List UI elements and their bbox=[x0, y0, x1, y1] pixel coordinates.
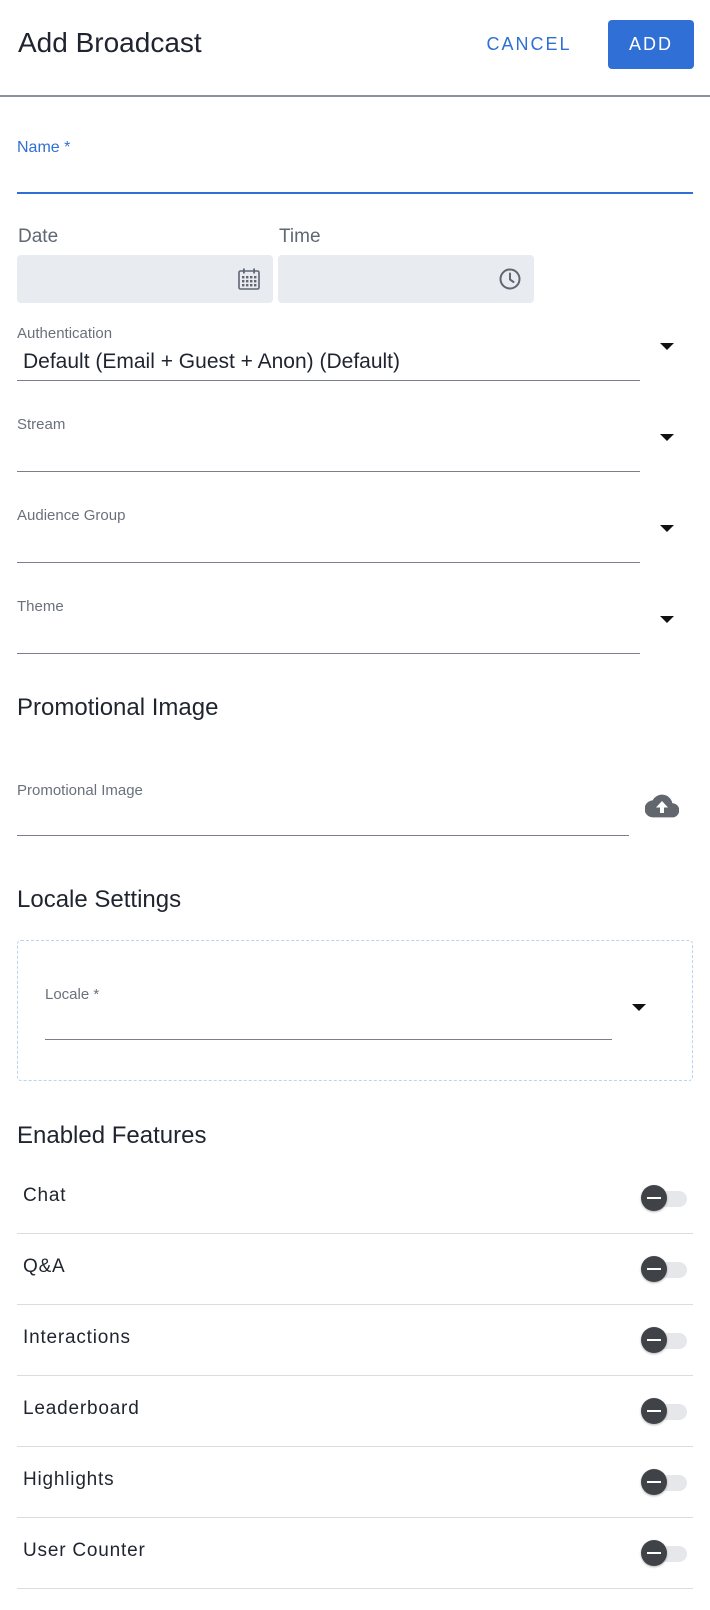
minus-icon bbox=[641, 1469, 667, 1495]
enabled-features-heading: Enabled Features bbox=[17, 1122, 207, 1149]
feature-label: Interactions bbox=[23, 1327, 131, 1348]
chevron-down-icon[interactable] bbox=[660, 434, 674, 441]
dialog-title: Add Broadcast bbox=[18, 27, 202, 58]
feature-row-qa: Q&A bbox=[17, 1234, 693, 1305]
chevron-down-icon[interactable] bbox=[632, 1004, 646, 1011]
add-button[interactable]: ADD bbox=[608, 20, 694, 69]
minus-icon bbox=[641, 1540, 667, 1566]
cloud-upload-icon[interactable] bbox=[645, 793, 679, 819]
promotional-image-underline bbox=[17, 835, 629, 836]
highlights-toggle[interactable] bbox=[641, 1469, 687, 1495]
minus-icon bbox=[641, 1256, 667, 1282]
time-label: Time bbox=[279, 226, 321, 247]
theme-underline bbox=[17, 653, 640, 654]
name-field[interactable] bbox=[17, 192, 693, 194]
time-input[interactable] bbox=[278, 255, 534, 303]
feature-row-interactions: Interactions bbox=[17, 1305, 693, 1376]
audience-group-label: Audience Group bbox=[17, 507, 126, 524]
theme-label: Theme bbox=[17, 598, 64, 615]
locale-settings-heading: Locale Settings bbox=[17, 886, 182, 913]
chevron-down-icon[interactable] bbox=[660, 343, 674, 350]
promotional-image-heading: Promotional Image bbox=[17, 694, 219, 721]
user-counter-toggle[interactable] bbox=[641, 1540, 687, 1566]
chevron-down-icon[interactable] bbox=[660, 525, 674, 532]
authentication-label: Authentication bbox=[17, 325, 113, 342]
date-label: Date bbox=[18, 226, 59, 247]
feature-row-user-counter: User Counter bbox=[17, 1518, 693, 1589]
name-field-label: Name * bbox=[17, 139, 71, 156]
minus-icon bbox=[641, 1398, 667, 1424]
feature-row-chat: Chat bbox=[17, 1163, 693, 1234]
calendar-icon[interactable] bbox=[237, 267, 261, 291]
feature-label: Leaderboard bbox=[23, 1398, 140, 1419]
stream-label: Stream bbox=[17, 416, 66, 433]
cancel-button[interactable]: CANCEL bbox=[478, 20, 580, 68]
feature-row-leaderboard: Leaderboard bbox=[17, 1376, 693, 1447]
feature-label: Q&A bbox=[23, 1256, 66, 1277]
locale-settings-panel bbox=[17, 940, 693, 1081]
clock-icon[interactable] bbox=[498, 267, 522, 291]
interactions-toggle[interactable] bbox=[641, 1327, 687, 1353]
authentication-underline bbox=[17, 380, 640, 381]
chevron-down-icon[interactable] bbox=[660, 616, 674, 623]
chat-toggle[interactable] bbox=[641, 1185, 687, 1211]
minus-icon bbox=[641, 1185, 667, 1211]
dialog-header: Add Broadcast CANCEL ADD bbox=[0, 0, 710, 97]
qa-toggle[interactable] bbox=[641, 1256, 687, 1282]
locale-underline bbox=[45, 1039, 612, 1040]
locale-label: Locale * bbox=[45, 986, 100, 1003]
authentication-value: Default (Email + Guest + Anon) (Default) bbox=[23, 350, 401, 373]
leaderboard-toggle[interactable] bbox=[641, 1398, 687, 1424]
feature-label: User Counter bbox=[23, 1540, 146, 1561]
feature-label: Chat bbox=[23, 1185, 67, 1206]
feature-label: Highlights bbox=[23, 1469, 115, 1490]
minus-icon bbox=[641, 1327, 667, 1353]
promotional-image-label: Promotional Image bbox=[17, 782, 143, 799]
date-input[interactable] bbox=[17, 255, 273, 303]
audience-group-underline bbox=[17, 562, 640, 563]
feature-row-highlights: Highlights bbox=[17, 1447, 693, 1518]
stream-underline bbox=[17, 471, 640, 472]
